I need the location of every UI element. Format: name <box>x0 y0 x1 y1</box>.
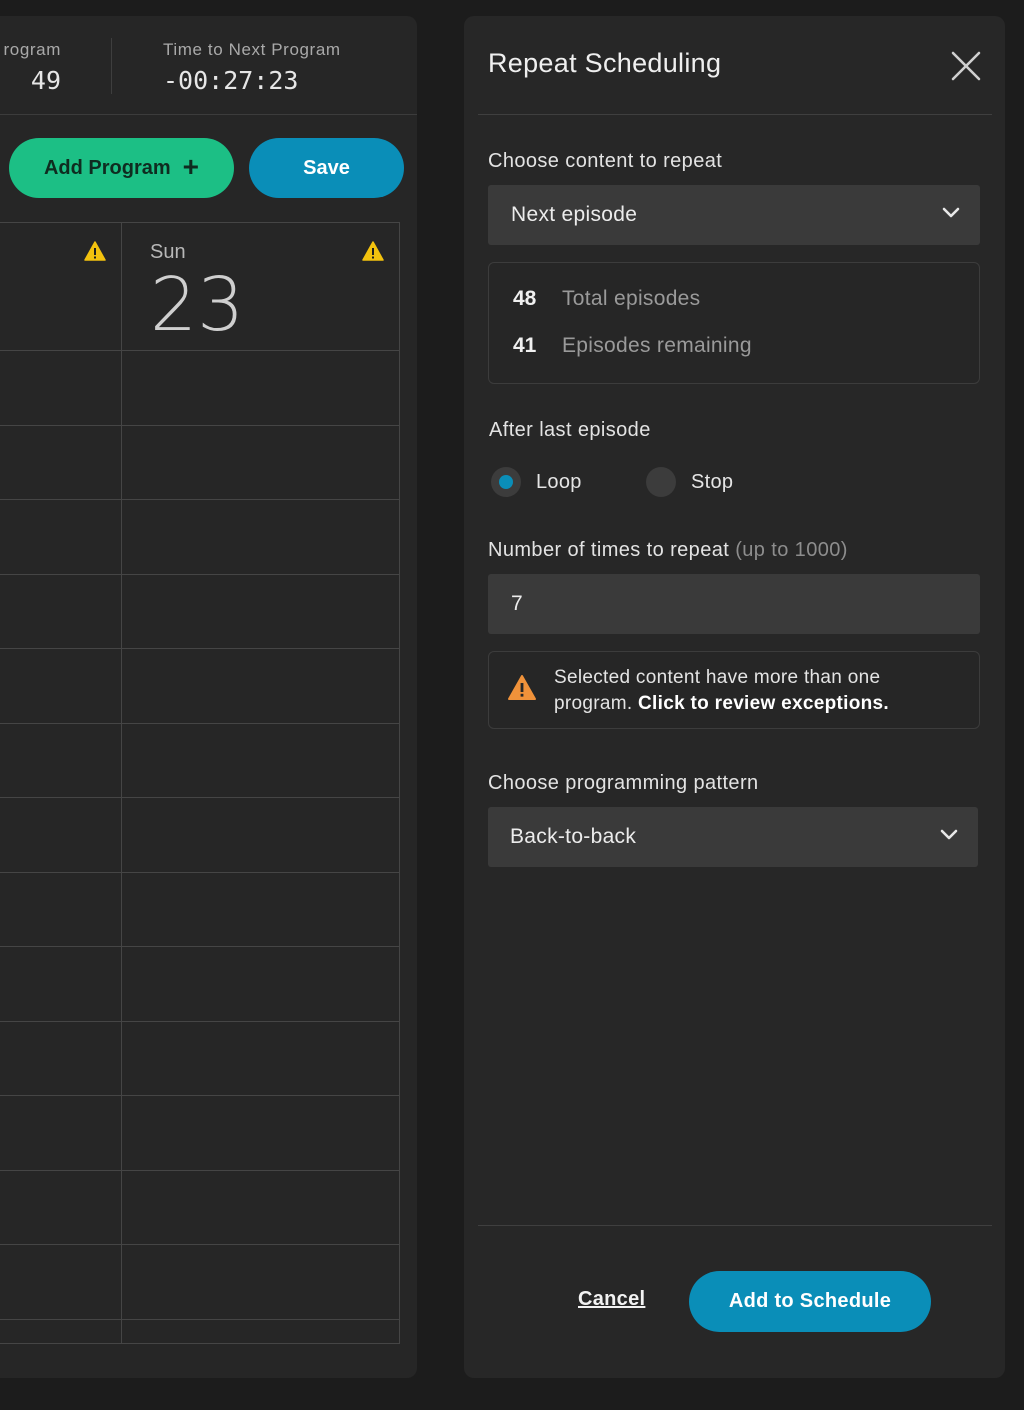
content-select[interactable]: Next episode <box>488 185 980 245</box>
stat-value: 41 <box>513 334 537 357</box>
grid-row-line <box>0 1169 399 1171</box>
grid-row-line <box>0 722 399 724</box>
next-program-stat: Time to Next Program -00:27:23 <box>163 40 341 95</box>
grid-row-line <box>0 499 399 500</box>
pattern-select[interactable]: Back-to-back <box>488 807 978 867</box>
grid-row-line <box>0 350 399 351</box>
current-program-value: 49 <box>30 66 61 95</box>
day-number: 23 <box>150 262 245 348</box>
grid-row-line <box>0 797 399 798</box>
radio-loop[interactable]: Loop <box>491 467 582 497</box>
warning-icon[interactable] <box>84 241 106 261</box>
repeat-count-label-text: Number of times to repeat <box>488 539 730 561</box>
chevron-down-icon <box>942 207 960 218</box>
pattern-select-value: Back-to-back <box>510 825 637 848</box>
cancel-button[interactable]: Cancel <box>578 1288 645 1311</box>
pattern-label: Choose programming pattern <box>488 772 759 794</box>
grid-row-line <box>0 946 399 947</box>
episode-stats-box: 48 Total episodes 41 Episodes remaining <box>488 262 980 384</box>
radio-stop[interactable]: Stop <box>646 467 733 497</box>
review-exceptions-link[interactable]: Click to review exceptions. <box>638 693 889 714</box>
grid-row-line <box>0 871 399 873</box>
content-label: Choose content to repeat <box>488 150 723 172</box>
grid-row-line <box>0 648 399 649</box>
close-icon[interactable] <box>949 49 983 83</box>
current-program-label: rogram <box>3 40 61 59</box>
warning-icon[interactable] <box>362 241 384 261</box>
content-select-value: Next episode <box>511 203 638 226</box>
add-to-schedule-button[interactable]: Add to Schedule <box>689 1271 931 1332</box>
stat-value: 48 <box>513 287 537 310</box>
stat-label: Total episodes <box>562 287 701 310</box>
dialog-header-divider <box>478 114 992 115</box>
next-program-countdown: -00:27:23 <box>163 66 299 95</box>
warning-icon <box>508 675 536 700</box>
repeat-count-hint: (up to 1000) <box>735 539 848 561</box>
grid-row-line <box>0 1020 399 1022</box>
radio-circle <box>646 467 676 497</box>
next-program-label: Time to Next Program <box>163 40 341 59</box>
save-button[interactable]: Save <box>249 138 404 198</box>
after-last-episode-label: After last episode <box>489 419 651 441</box>
grid-column-divider <box>121 223 122 1343</box>
stat-total-episodes: 48 Total episodes <box>513 287 700 311</box>
day-name: Sun <box>150 241 186 263</box>
repeat-scheduling-dialog: Repeat Scheduling Choose content to repe… <box>464 16 1005 1378</box>
dialog-title: Repeat Scheduling <box>488 48 722 78</box>
stat-episodes-remaining: 41 Episodes remaining <box>513 334 752 358</box>
current-program-stat: rogram 49 <box>4 40 61 95</box>
plus-icon: + <box>182 150 200 182</box>
header-divider <box>111 38 112 94</box>
add-program-button[interactable]: Add Program + <box>9 138 234 198</box>
grid-row-line <box>0 1095 399 1096</box>
schedule-grid: Sun 23 <box>0 222 400 1344</box>
chevron-down-icon <box>940 829 958 840</box>
dialog-footer-divider <box>478 1225 992 1226</box>
stat-label: Episodes remaining <box>562 334 752 357</box>
schedule-panel: rogram 49 Time to Next Program -00:27:23… <box>0 16 417 1378</box>
radio-label: Stop <box>691 470 734 493</box>
day-header-sun: Sun 23 <box>150 241 244 342</box>
add-program-label: Add Program <box>43 156 171 179</box>
repeat-count-input[interactable] <box>488 574 980 634</box>
radio-label: Loop <box>536 470 582 493</box>
exceptions-alert: Selected content have more than one prog… <box>488 651 980 729</box>
alert-message: Selected content have more than one prog… <box>554 665 964 717</box>
grid-row-line <box>0 424 399 426</box>
repeat-count-label: Number of times to repeat (up to 1000) <box>488 539 848 562</box>
grid-row-line <box>0 573 399 575</box>
grid-row-line <box>0 1318 399 1320</box>
radio-circle-checked <box>491 467 521 497</box>
grid-row-line <box>0 1244 399 1245</box>
schedule-header: rogram 49 Time to Next Program -00:27:23 <box>0 16 417 115</box>
